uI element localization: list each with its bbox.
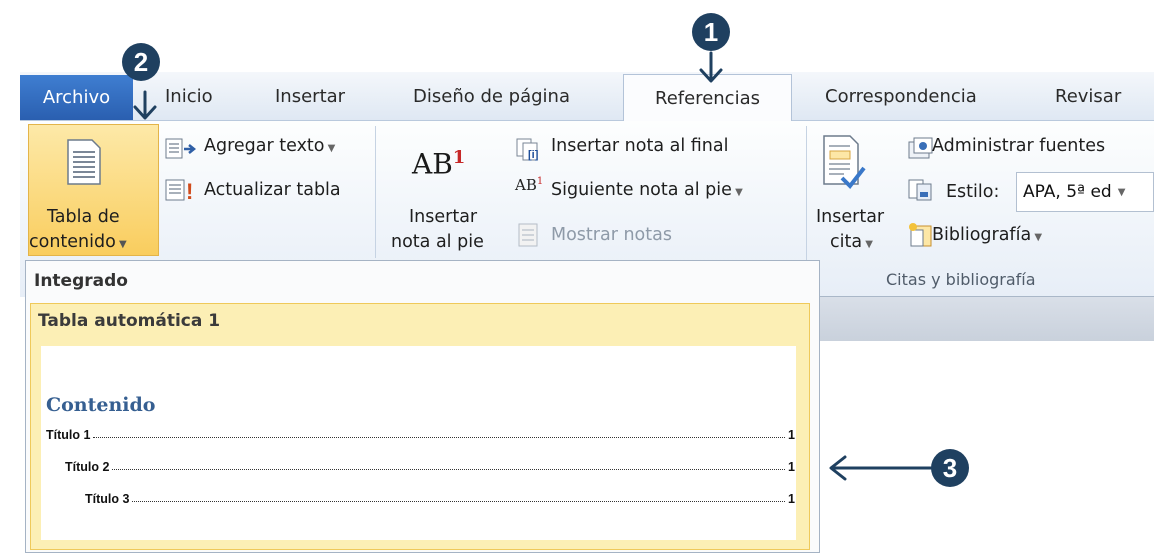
annotation-arrows: [133, 51, 933, 481]
